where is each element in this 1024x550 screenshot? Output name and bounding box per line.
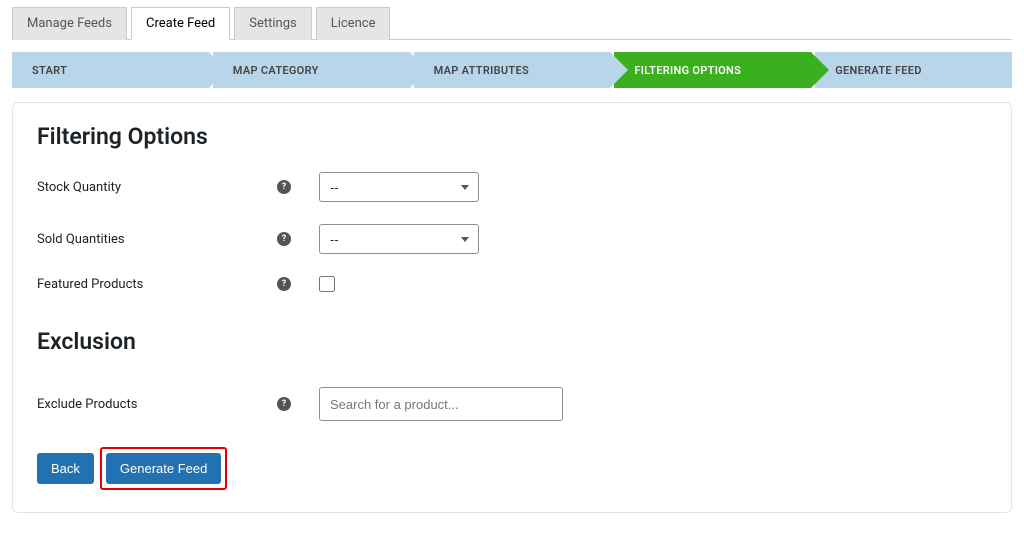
top-tabs: Manage Feeds Create Feed Settings Licenc… xyxy=(12,6,1012,40)
stock-quantity-label: Stock Quantity xyxy=(37,180,277,195)
filtering-card: Filtering Options Stock Quantity ? -- So… xyxy=(12,102,1012,513)
help-icon[interactable]: ? xyxy=(277,232,291,246)
wizard-steps: START MAP CATEGORY MAP ATTRIBUTES FILTER… xyxy=(12,52,1012,88)
step-start[interactable]: START xyxy=(12,52,209,88)
step-filtering-options[interactable]: FILTERING OPTIONS xyxy=(614,52,811,88)
tab-manage-feeds[interactable]: Manage Feeds xyxy=(12,7,127,40)
row-stock-quantity: Stock Quantity ? -- xyxy=(37,172,987,202)
highlight-annotation: Generate Feed xyxy=(100,447,227,490)
row-exclude-products: Exclude Products ? xyxy=(37,387,987,421)
help-icon[interactable]: ? xyxy=(277,180,291,194)
exclude-products-label: Exclude Products xyxy=(37,397,277,412)
exclude-products-input[interactable] xyxy=(319,387,563,421)
row-featured-products: Featured Products ? xyxy=(37,276,987,292)
featured-products-label: Featured Products xyxy=(37,277,277,292)
action-buttons: Back Generate Feed xyxy=(37,447,987,490)
help-icon[interactable]: ? xyxy=(277,277,291,291)
step-map-category[interactable]: MAP CATEGORY xyxy=(213,52,410,88)
row-sold-quantities: Sold Quantities ? -- xyxy=(37,224,987,254)
sold-quantities-select[interactable]: -- xyxy=(319,224,479,254)
generate-feed-button[interactable]: Generate Feed xyxy=(106,453,221,484)
tab-settings[interactable]: Settings xyxy=(234,7,311,40)
back-button[interactable]: Back xyxy=(37,453,94,484)
section-title: Filtering Options xyxy=(37,123,987,150)
stock-quantity-select[interactable]: -- xyxy=(319,172,479,202)
featured-products-checkbox[interactable] xyxy=(319,276,335,292)
step-generate-feed[interactable]: GENERATE FEED xyxy=(815,52,1012,88)
step-map-attributes[interactable]: MAP ATTRIBUTES xyxy=(414,52,611,88)
sold-quantities-label: Sold Quantities xyxy=(37,232,277,247)
tab-create-feed[interactable]: Create Feed xyxy=(131,7,230,40)
help-icon[interactable]: ? xyxy=(277,397,291,411)
tab-licence[interactable]: Licence xyxy=(316,7,391,40)
exclusion-title: Exclusion xyxy=(37,328,987,355)
